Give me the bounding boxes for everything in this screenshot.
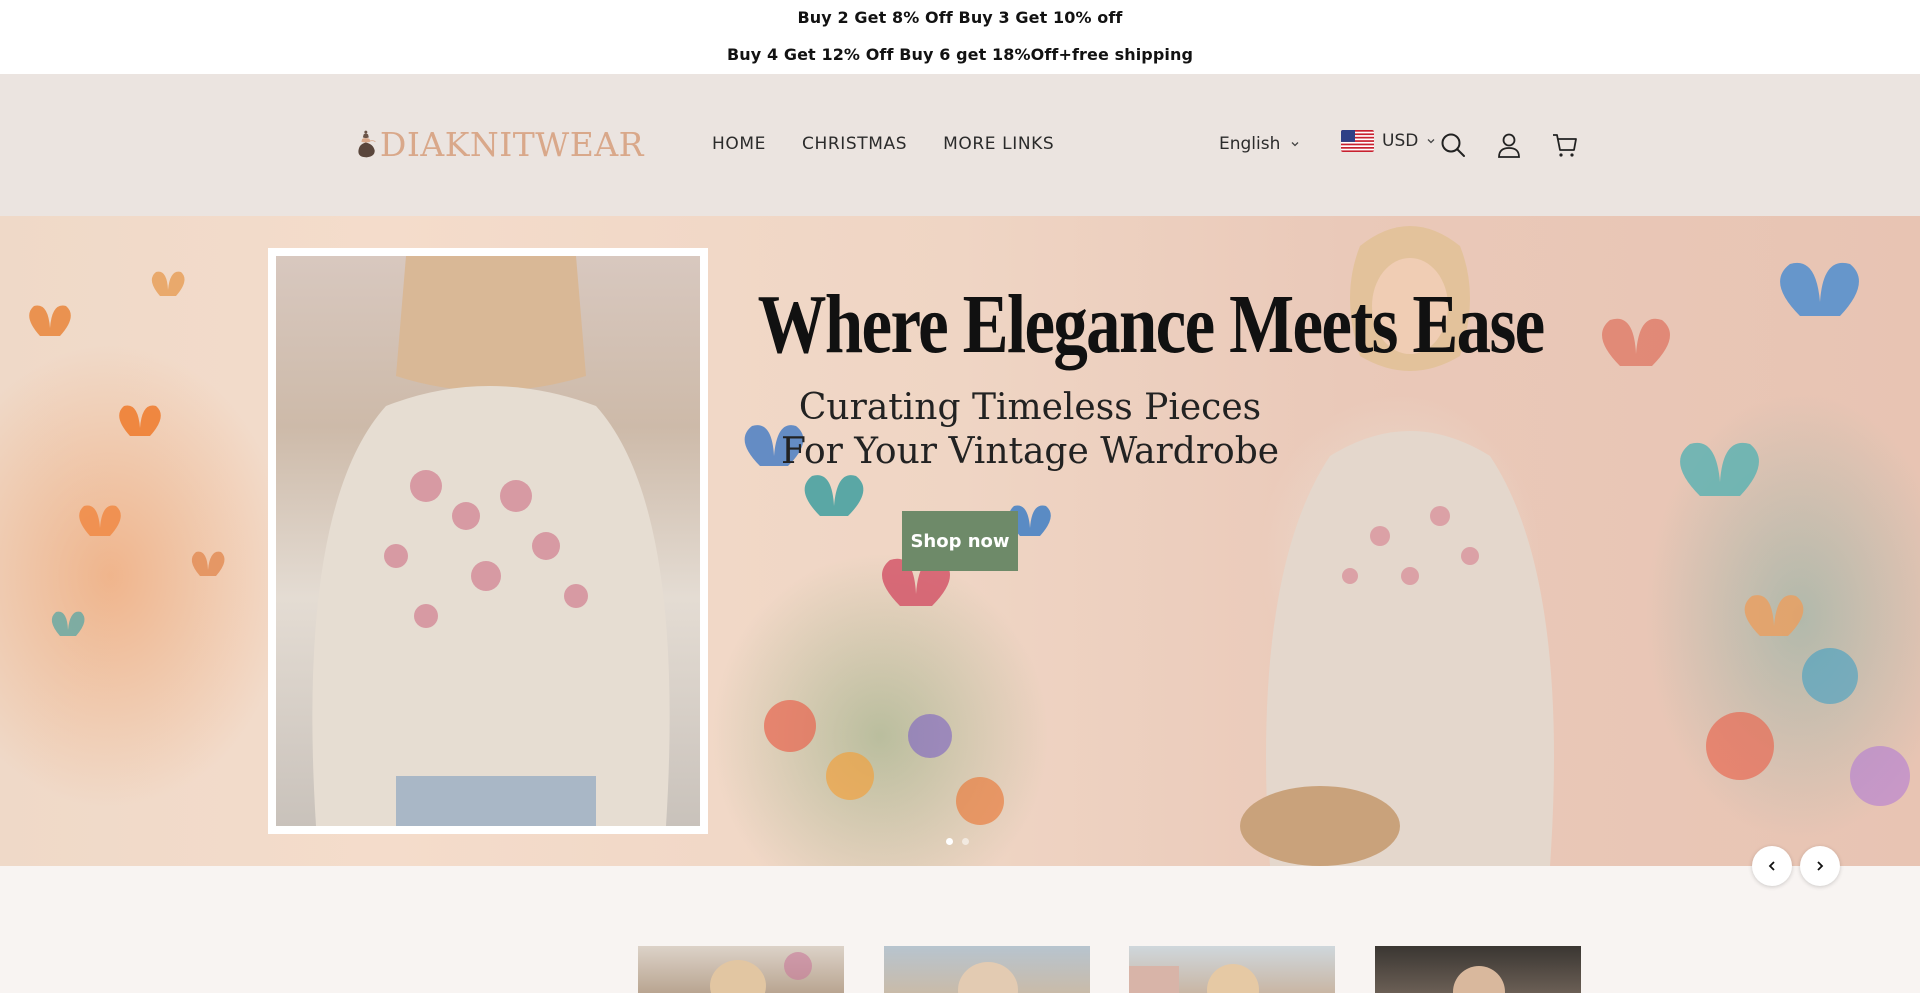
language-selector[interactable]: English [1219,134,1300,154]
main-nav: HOME CHRISTMAS MORE LINKS [712,134,1054,154]
slideshow-dots [946,838,969,845]
currency-label: USD [1382,131,1419,151]
cart-icon[interactable] [1550,130,1580,160]
hero-photo [276,256,700,826]
us-flag-icon [1341,130,1374,152]
hero-banner[interactable]: Where Elegance Meets Ease Curating Timel… [0,216,1920,866]
search-icon[interactable] [1438,130,1468,160]
shop-now-button[interactable]: Shop now [902,511,1018,571]
hero-subtitle-line-2: For Your Vintage Wardrobe [780,431,1280,472]
hero-subtitle: Curating Timeless Pieces For Your Vintag… [760,386,1300,474]
nav-christmas[interactable]: CHRISTMAS [802,134,907,154]
product-card[interactable] [884,946,1090,993]
logo-text: DIAKNITWEAR [379,124,644,164]
chevron-right-icon [1817,861,1824,871]
product-card[interactable] [1375,946,1581,993]
account-icon[interactable] [1494,130,1524,160]
logo-icon [358,130,376,158]
logo-link[interactable]: DIAKNITWEAR [354,104,644,184]
nav-more-links[interactable]: MORE LINKS [943,134,1054,154]
currency-selector[interactable]: USD [1341,130,1436,152]
slide-prev-button[interactable] [1752,846,1792,886]
chevron-down-icon [1291,142,1299,147]
product-card[interactable] [1129,946,1335,993]
chevron-down-icon [1427,139,1435,144]
chevron-left-icon [1768,861,1775,871]
slide-next-button[interactable] [1800,846,1840,886]
product-row [0,946,1920,993]
hero-photo-frame [268,248,708,834]
language-label: English [1219,134,1281,154]
slide-dot-2[interactable] [962,838,969,845]
hero-headline: Where Elegance Meets Ease [757,278,1546,371]
site-header: DIAKNITWEAR HOME CHRISTMAS MORE LINKS En… [0,74,1920,216]
announcement-line-2: Buy 4 Get 12% Off Buy 6 get 18%Off+free … [726,45,1194,64]
nav-home[interactable]: HOME [712,134,766,154]
hero-subtitle-line-1: Curating Timeless Pieces [798,387,1262,428]
product-card[interactable] [638,946,844,993]
slide-dot-1[interactable] [946,838,953,845]
announcement-line-1: Buy 2 Get 8% Off Buy 3 Get 10% off [797,8,1123,27]
announcement-bar: Buy 2 Get 8% Off Buy 3 Get 10% off Buy 4… [0,0,1920,74]
